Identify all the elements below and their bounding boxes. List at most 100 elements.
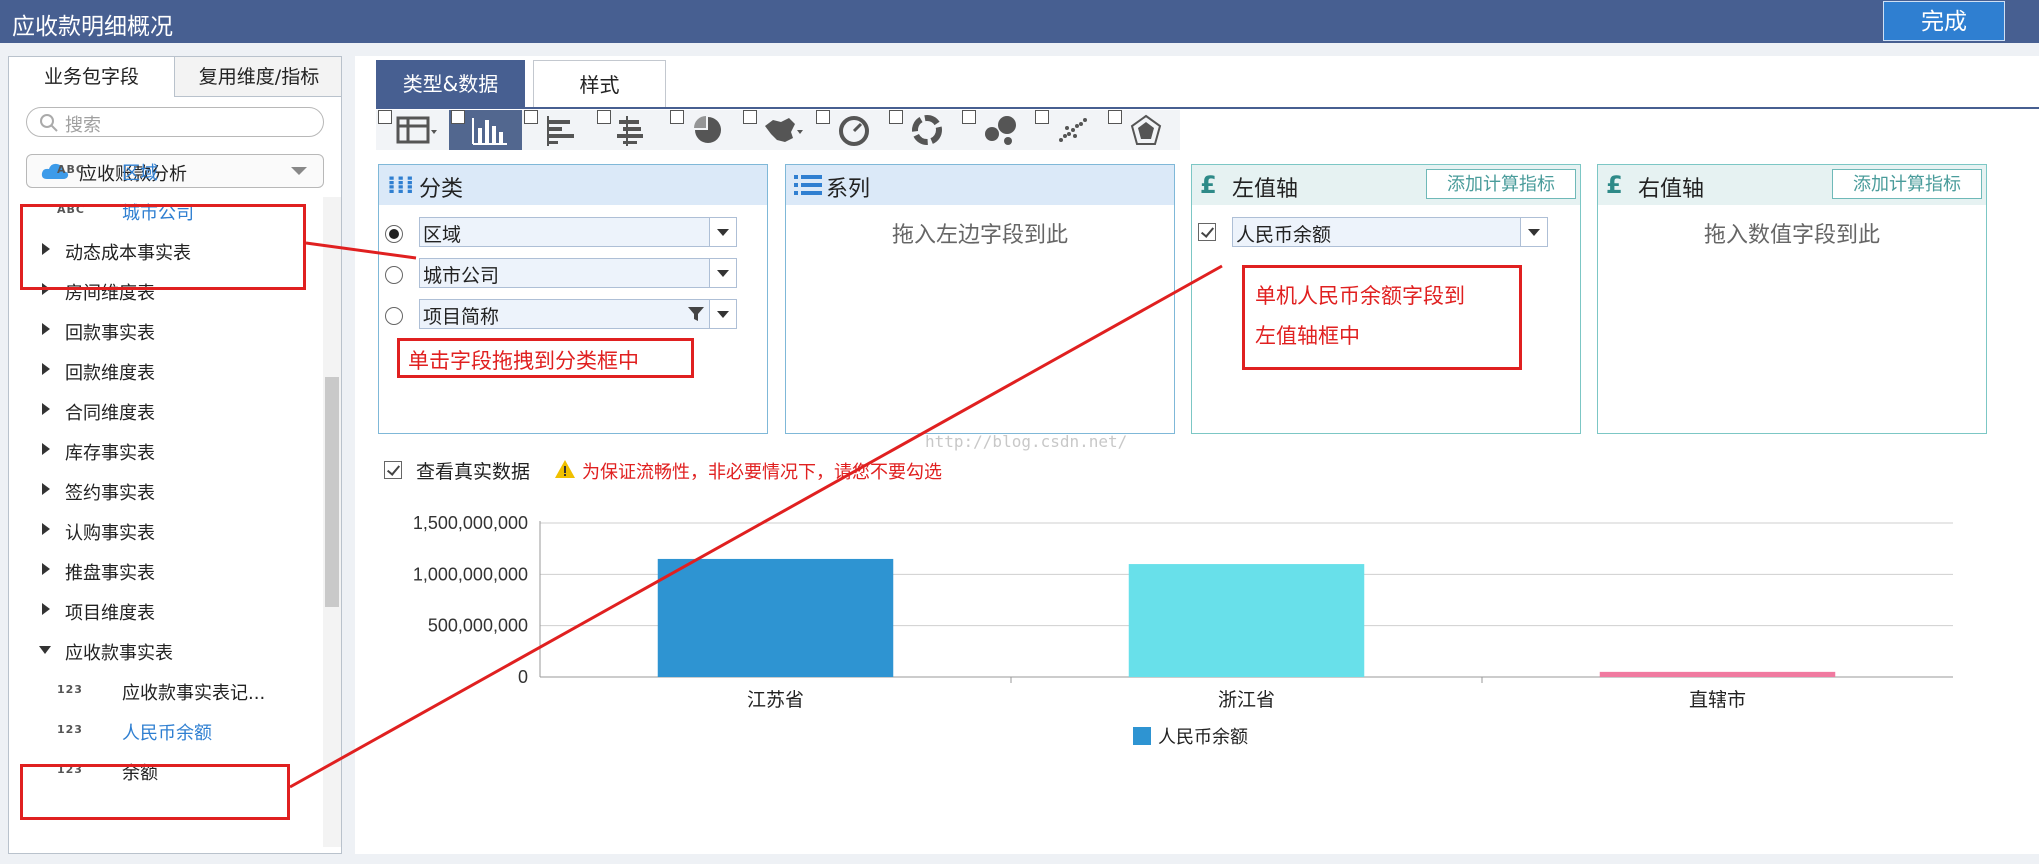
field-item[interactable]: 123 人民币余额: [9, 711, 319, 751]
chart-type-checkbox[interactable]: [816, 110, 830, 124]
search-placeholder: 搜索: [65, 115, 101, 136]
annotation-left-axis-1: 单机人民币余额字段到: [1255, 284, 1465, 308]
table-node[interactable]: 库存事实表: [9, 431, 319, 471]
tab-business-fields[interactable]: 业务包字段: [9, 57, 175, 97]
caret-right-icon[interactable]: [42, 363, 50, 375]
field-type-tag: 123: [57, 723, 83, 736]
pie-chart-icon[interactable]: [668, 110, 741, 150]
pound-icon: £: [1200, 171, 1217, 199]
tab-style[interactable]: 样式: [533, 60, 666, 108]
series-title: 系列: [826, 177, 871, 202]
field-label: 应收款事实表记...: [122, 683, 266, 704]
category-panel[interactable]: ⁞⁞⁞ 分类 区域 城市公司 项目简称: [378, 164, 768, 434]
gauge-icon[interactable]: [814, 110, 887, 150]
field-label: 人民币余额: [1236, 224, 1332, 246]
caret-right-icon[interactable]: [42, 323, 50, 335]
field-item[interactable]: ABC 区域: [9, 151, 319, 191]
table-label: 合同维度表: [65, 403, 155, 424]
table-icon[interactable]: [376, 110, 449, 150]
chart-type-checkbox[interactable]: [524, 110, 538, 124]
chart-type-checkbox[interactable]: [378, 110, 392, 124]
caret-right-icon[interactable]: [42, 443, 50, 455]
annotation-drag-category: 单击字段拖拽到分类框中: [408, 349, 639, 373]
donut-icon[interactable]: [887, 110, 960, 150]
chevron-down-icon[interactable]: [709, 259, 736, 287]
category-field-region[interactable]: 区域: [419, 217, 737, 247]
table-node[interactable]: 项目维度表: [9, 591, 319, 631]
done-button[interactable]: 完成: [1883, 1, 2005, 41]
chart-type-checkbox[interactable]: [962, 110, 976, 124]
map-icon[interactable]: [741, 110, 814, 150]
warning-icon: [555, 460, 575, 478]
category-field-project[interactable]: 项目简称: [419, 299, 737, 329]
table-node[interactable]: 回款维度表: [9, 351, 319, 391]
scatter-icon[interactable]: [1033, 110, 1106, 150]
view-real-data-checkbox[interactable]: [384, 461, 402, 479]
bubble-icon[interactable]: [960, 110, 1033, 150]
chart-type-toolbar: [376, 110, 1180, 150]
scrollbar-thumb[interactable]: [325, 377, 339, 607]
chevron-down-icon[interactable]: [709, 218, 736, 246]
right-axis-panel[interactable]: £ 右值轴 添加计算指标 拖入数值字段到此: [1597, 164, 1987, 434]
category-radio-region[interactable]: [385, 225, 403, 243]
annotation-box-measure-field: [20, 764, 290, 820]
chart-type-checkbox[interactable]: [1035, 110, 1049, 124]
chart-type-checkbox[interactable]: [1108, 110, 1122, 124]
radar-icon[interactable]: [1106, 110, 1179, 150]
table-label: 项目维度表: [65, 603, 155, 624]
chart-type-checkbox[interactable]: [889, 110, 903, 124]
table-label: 回款维度表: [65, 363, 155, 384]
field-panel: 业务包字段 复用维度/指标 搜索 应收账款分析 ABC 区域 ABC 城市公司 动态成本…: [8, 56, 342, 854]
table-node[interactable]: 合同维度表: [9, 391, 319, 431]
chevron-down-icon[interactable]: [709, 300, 736, 328]
category-radio-city[interactable]: [385, 266, 403, 284]
left-axis-header: £ 左值轴 添加计算指标: [1192, 165, 1580, 205]
chart-type-checkbox[interactable]: [451, 110, 465, 124]
right-axis-header: £ 右值轴 添加计算指标: [1598, 165, 1986, 205]
series-panel[interactable]: 系列 拖入左边字段到此: [785, 164, 1175, 434]
table-node[interactable]: 应收款事实表: [9, 631, 319, 671]
real-data-warning: 为保证流畅性，非必要情况下，请您不要勾选: [582, 462, 942, 483]
search-input[interactable]: 搜索: [26, 107, 324, 137]
caret-right-icon[interactable]: [42, 403, 50, 415]
chart-type-checkbox[interactable]: [670, 110, 684, 124]
left-axis-field-checkbox[interactable]: [1198, 223, 1216, 241]
category-title: 分类: [419, 177, 464, 202]
annotation-box-left-axis: 单机人民币余额字段到 左值轴框中: [1242, 265, 1522, 370]
table-label: 库存事实表: [65, 443, 155, 464]
tab-reuse-dimensions[interactable]: 复用维度/指标: [175, 57, 341, 97]
left-axis-field[interactable]: 人民币余额: [1232, 217, 1548, 247]
table-label: 认购事实表: [65, 523, 155, 544]
add-calc-metric-button[interactable]: 添加计算指标: [1426, 169, 1576, 199]
series-header: 系列: [786, 165, 1174, 205]
table-label: 推盘事实表: [65, 563, 155, 584]
stacked-bar-icon[interactable]: [595, 110, 668, 150]
table-node[interactable]: 认购事实表: [9, 511, 319, 551]
add-calc-metric-button[interactable]: 添加计算指标: [1832, 169, 1982, 199]
chart-type-checkbox[interactable]: [743, 110, 757, 124]
caret-right-icon[interactable]: [42, 563, 50, 575]
tab-type-data[interactable]: 类型&数据: [376, 60, 525, 108]
caret-right-icon[interactable]: [42, 523, 50, 535]
field-item[interactable]: 123 应收款事实表记...: [9, 671, 319, 711]
caret-right-icon[interactable]: [42, 603, 50, 615]
category-header: ⁞⁞⁞ 分类: [379, 165, 767, 205]
title-bar: 应收款明细概况: [0, 0, 2039, 43]
table-node[interactable]: 签约事实表: [9, 471, 319, 511]
field-label: 项目简称: [423, 306, 500, 328]
table-node[interactable]: 回款事实表: [9, 311, 319, 351]
annotation-box-dimension-fields: [20, 204, 306, 290]
table-node[interactable]: 推盘事实表: [9, 551, 319, 591]
horizontal-bar-icon[interactable]: [522, 110, 595, 150]
category-field-city[interactable]: 城市公司: [419, 258, 737, 288]
chevron-down-icon[interactable]: [1520, 218, 1547, 246]
caret-right-icon[interactable]: [42, 483, 50, 495]
bar-chart-icon[interactable]: [449, 110, 522, 150]
tab-underline: [376, 107, 2039, 109]
chart-type-checkbox[interactable]: [597, 110, 611, 124]
watermark: http://blog.csdn.net/: [925, 432, 1128, 451]
filter-icon[interactable]: [688, 306, 704, 322]
category-radio-project[interactable]: [385, 307, 403, 325]
caret-down-icon[interactable]: [39, 646, 51, 654]
table-label: 应收款事实表: [65, 643, 173, 664]
